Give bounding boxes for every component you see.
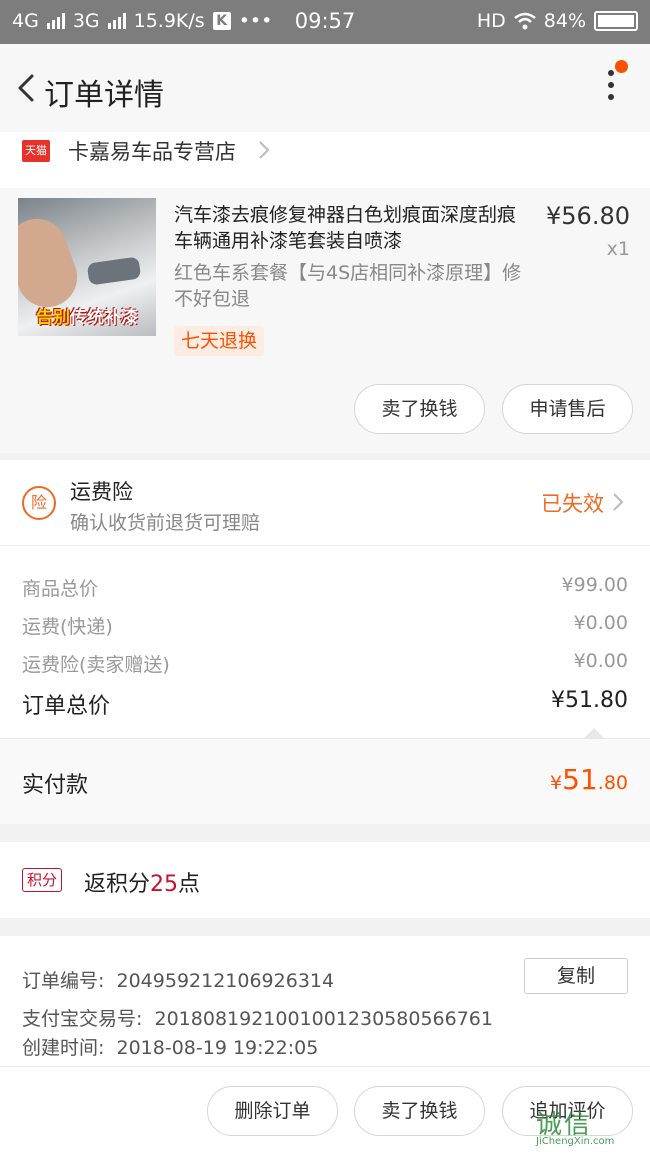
product-quantity: x1: [606, 238, 630, 260]
product-card[interactable]: 告别传统补漆 汽车漆去痕修复神器白色划痕面深度刮痕车辆通用补漆笔套装自喷漆 ¥5…: [0, 188, 650, 453]
chevron-right-icon: [259, 141, 270, 159]
page-title: 订单详情: [44, 78, 164, 113]
price-row-shipping: 运费(快递) ¥0.00: [22, 612, 628, 638]
insurance-title: 运费险: [70, 480, 133, 504]
actual-payment-amount: ¥51.80: [550, 763, 628, 796]
sell-for-cash-button-bottom[interactable]: 卖了换钱: [354, 1086, 485, 1136]
actual-payment-row: 实付款 ¥51.80: [0, 738, 650, 824]
insurance-icon: 险: [22, 486, 56, 520]
apply-aftersale-button[interactable]: 申请售后: [502, 384, 633, 434]
points-row: 积分 返积分25点: [0, 842, 650, 918]
battery-icon: [594, 11, 638, 31]
price-row-total: 订单总价 ¥51.80: [22, 688, 628, 719]
hd-indicator: HD: [476, 10, 506, 32]
product-sku: 红色车系套餐【与4S店相同补漆原理】修不好包退: [174, 262, 522, 310]
product-image-banner: 告别传统补漆: [36, 308, 138, 328]
shipping-insurance-row[interactable]: 险 运费险 确认收货前退货可理赔 已失效: [0, 460, 650, 546]
notification-dot: [615, 60, 628, 73]
order-number-row: 订单编号: 204959212106926314: [22, 970, 335, 992]
insurance-status: 已失效: [541, 492, 604, 516]
app-header: 订单详情: [0, 44, 650, 132]
actual-payment-label: 实付款: [22, 773, 89, 798]
sell-for-cash-button[interactable]: 卖了换钱: [354, 384, 485, 434]
wifi-icon: [513, 12, 536, 30]
seven-day-return-badge: 七天退换: [174, 326, 265, 356]
points-tag: 积分: [22, 868, 63, 892]
more-menu-icon[interactable]: [606, 70, 616, 106]
product-price: ¥56.80: [546, 202, 630, 230]
order-number: 204959212106926314: [116, 970, 335, 992]
price-breakdown: 商品总价 ¥99.00 运费(快递) ¥0.00 运费险(卖家赠送) ¥0.00 订单…: [0, 546, 650, 738]
store-name[interactable]: 卡嘉易车品专营店: [68, 136, 236, 166]
store-row[interactable]: 天猫 卡嘉易车品专营店: [0, 132, 650, 188]
copy-button[interactable]: 复制: [524, 958, 628, 994]
order-info: 订单编号: 204959212106926314 复制 支付宝交易号: 2018…: [0, 936, 650, 1066]
product-image[interactable]: 告别传统补漆: [18, 198, 156, 336]
product-name[interactable]: 汽车漆去痕修复神器白色划痕面深度刮痕车辆通用补漆笔套装自喷漆: [174, 202, 526, 254]
created-time-row: 创建时间: 2018-08-19 19:22:05: [22, 1037, 319, 1059]
tmall-logo-icon: 天猫: [22, 140, 50, 162]
points-text: 返积分25点: [84, 872, 201, 897]
status-bar: 4G 3G 15.9K/s K ••• 09:57 HD 84%: [0, 0, 650, 44]
created-time: 2018-08-19 19:22:05: [116, 1037, 319, 1059]
alipay-no-row: 支付宝交易号: 2018081921001001230580566761: [22, 1008, 493, 1030]
insurance-subtitle: 确认收货前退货可理赔: [70, 512, 261, 534]
back-arrow-icon[interactable]: [10, 70, 46, 106]
battery-percent: 84%: [543, 10, 586, 32]
chevron-right-icon: [613, 493, 624, 511]
delete-order-button[interactable]: 删除订单: [207, 1086, 338, 1136]
price-notch: [584, 728, 604, 738]
price-row-insurance: 运费险(卖家赠送) ¥0.00: [22, 650, 628, 676]
alipay-number: 2018081921001001230580566761: [154, 1008, 493, 1030]
watermark-logo: 诚信 JiChengXin.com: [536, 1110, 615, 1147]
price-row-goods: 商品总价 ¥99.00: [22, 574, 628, 600]
